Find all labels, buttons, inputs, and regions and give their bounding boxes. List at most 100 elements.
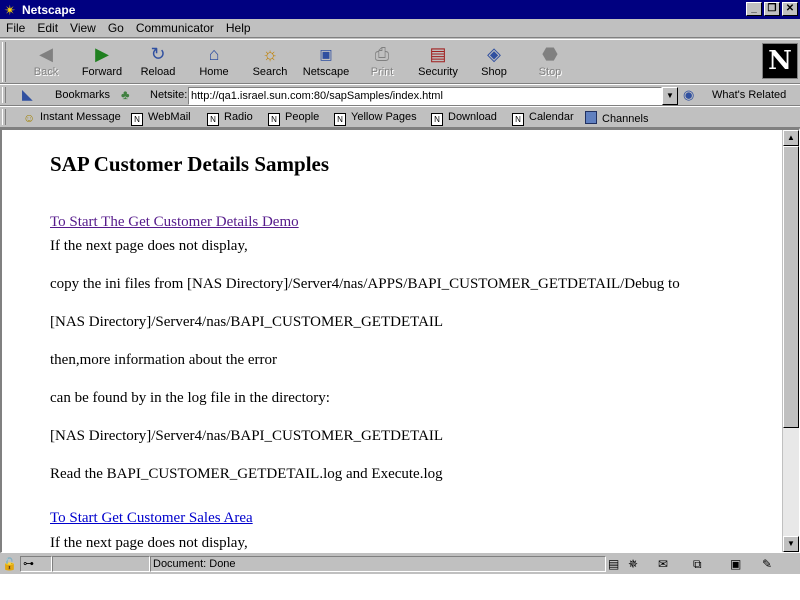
- back-button[interactable]: ◀ Back: [18, 42, 74, 82]
- bookmark-icon: N: [131, 113, 143, 126]
- instant-message-label: Instant Message: [40, 111, 121, 123]
- shop-button[interactable]: ◈ Shop: [466, 42, 522, 82]
- menu-bar: File Edit View Go Communicator Help: [0, 19, 800, 38]
- netscape-icon: ▣: [319, 46, 333, 62]
- scroll-up-button[interactable]: ▲: [783, 130, 799, 146]
- navigator-icon[interactable]: ✵: [628, 557, 638, 571]
- download-label: Download: [448, 111, 497, 123]
- navigation-toolbar: ◀ Back ▶ Forward ↻ Reload ⌂ Home ☼ Searc…: [0, 39, 800, 84]
- bookmark-icon: N: [334, 113, 346, 126]
- people-button[interactable]: N People: [268, 111, 319, 126]
- page-proxy-icon[interactable]: ♣: [121, 87, 130, 102]
- webmail-button[interactable]: N WebMail: [131, 111, 191, 126]
- stop-button[interactable]: ⬣ Stop: [522, 42, 578, 82]
- url-dropdown-button[interactable]: ▼: [662, 87, 678, 105]
- stop-icon: ⬣: [542, 44, 558, 64]
- netscape-label: Netscape: [302, 66, 350, 78]
- mail-icon[interactable]: ✉: [658, 557, 668, 571]
- body-text: can be found by in the log file in the d…: [50, 390, 330, 406]
- print-label: Print: [370, 66, 394, 78]
- webmail-label: WebMail: [148, 111, 191, 123]
- toolbar-grip[interactable]: [2, 42, 6, 82]
- body-text: Read the BAPI_CUSTOMER_GETDETAIL.log and…: [50, 466, 443, 482]
- progress-bar: [52, 556, 150, 572]
- radio-label: Radio: [224, 111, 253, 123]
- netsite-label: Netsite:: [150, 89, 188, 101]
- reload-icon: ↻: [150, 44, 166, 64]
- address-book-icon[interactable]: ▣: [730, 557, 741, 571]
- search-icon: ☼: [261, 44, 279, 64]
- forward-button[interactable]: ▶ Forward: [74, 42, 130, 82]
- customer-sales-area-link[interactable]: To Start Get Customer Sales Area: [50, 510, 253, 527]
- bookmark-icon: N: [207, 113, 219, 126]
- stop-label: Stop: [538, 66, 562, 78]
- customer-details-demo-link[interactable]: To Start The Get Customer Details Demo: [50, 214, 299, 231]
- netscape-button[interactable]: ▣ Netscape: [298, 42, 354, 82]
- body-text: If the next page does not display,: [50, 238, 248, 254]
- radio-button[interactable]: N Radio: [207, 111, 253, 126]
- body-text: [NAS Directory]/Server4/nas/BAPI_CUSTOME…: [50, 314, 444, 330]
- bookmarks-icon[interactable]: ◣: [22, 86, 33, 103]
- window-controls: _ ❐ ✕: [744, 2, 798, 16]
- home-button[interactable]: ⌂ Home: [186, 42, 242, 82]
- bookmarks-button[interactable]: Bookmarks: [55, 89, 110, 101]
- netscape-logo[interactable]: N: [762, 43, 798, 79]
- status-text: Document: Done: [150, 556, 606, 572]
- forward-label: Forward: [81, 66, 123, 78]
- desktop-area: [0, 574, 800, 600]
- channels-icon: [585, 111, 597, 124]
- print-button[interactable]: ⎙ Print: [354, 42, 410, 82]
- back-label: Back: [33, 66, 59, 78]
- scroll-thumb[interactable]: [783, 146, 799, 428]
- vertical-scrollbar[interactable]: ▲ ▼: [783, 130, 799, 552]
- content-frame: SAP Customer Details Samples To Start Th…: [0, 128, 800, 553]
- home-label: Home: [199, 66, 229, 78]
- menu-help[interactable]: Help: [220, 21, 257, 35]
- channels-label: Channels: [602, 113, 649, 125]
- shop-bag-icon: ◈: [487, 44, 501, 64]
- channels-button[interactable]: Channels: [585, 111, 648, 125]
- menu-file[interactable]: File: [0, 21, 31, 35]
- menu-go[interactable]: Go: [102, 21, 130, 35]
- home-icon: ⌂: [208, 44, 220, 64]
- search-button[interactable]: ☼ Search: [242, 42, 298, 82]
- bookmark-icon: N: [512, 113, 524, 126]
- menu-communicator[interactable]: Communicator: [130, 21, 220, 35]
- composer-icon[interactable]: ✎: [762, 557, 772, 571]
- security-button[interactable]: ▤ Security: [410, 42, 466, 82]
- bookmark-icon: N: [431, 113, 443, 126]
- padlock-icon: ▤: [429, 44, 447, 64]
- instant-message-button[interactable]: ☺ Instant Message: [23, 111, 121, 126]
- netscape-star-icon: ✴: [4, 1, 16, 18]
- discussions-icon[interactable]: ⧉: [693, 557, 702, 571]
- location-toolbar: ◣ Bookmarks ♣ Netsite: ▼ ◉ What's Relate…: [0, 84, 800, 106]
- printer-icon: ⎙: [374, 44, 390, 64]
- menu-view[interactable]: View: [64, 21, 102, 35]
- body-text: [NAS Directory]/Server4/nas/BAPI_CUSTOME…: [50, 428, 444, 444]
- reload-label: Reload: [140, 66, 176, 78]
- people-label: People: [285, 111, 320, 123]
- connection-icon: ⊶: [23, 558, 34, 570]
- calendar-button[interactable]: N Calendar: [512, 111, 574, 126]
- offline-icon: ▤: [608, 557, 620, 571]
- location-grip[interactable]: [2, 87, 6, 103]
- download-button[interactable]: N Download: [431, 111, 497, 126]
- reload-button[interactable]: ↻ Reload: [130, 42, 186, 82]
- yellow-pages-button[interactable]: N Yellow Pages: [334, 111, 417, 126]
- body-text: If the next page does not display,: [50, 535, 248, 551]
- close-button[interactable]: ✕: [782, 2, 798, 16]
- url-input[interactable]: [188, 87, 662, 105]
- whats-related-button[interactable]: What's Related: [712, 89, 786, 101]
- search-label: Search: [252, 66, 288, 78]
- scroll-down-button[interactable]: ▼: [783, 536, 799, 552]
- menu-edit[interactable]: Edit: [31, 21, 64, 35]
- connection-indicator: ⊶: [20, 556, 52, 572]
- personal-grip[interactable]: [2, 109, 6, 125]
- forward-arrow-icon: ▶: [95, 44, 109, 64]
- maximize-button[interactable]: ❐: [764, 2, 780, 16]
- person-icon: ☺: [23, 111, 36, 125]
- yellow-pages-label: Yellow Pages: [351, 111, 417, 123]
- minimize-button[interactable]: _: [746, 2, 762, 16]
- security-lock-icon[interactable]: 🔓: [2, 557, 17, 571]
- whats-related-icon[interactable]: ◉: [683, 87, 694, 103]
